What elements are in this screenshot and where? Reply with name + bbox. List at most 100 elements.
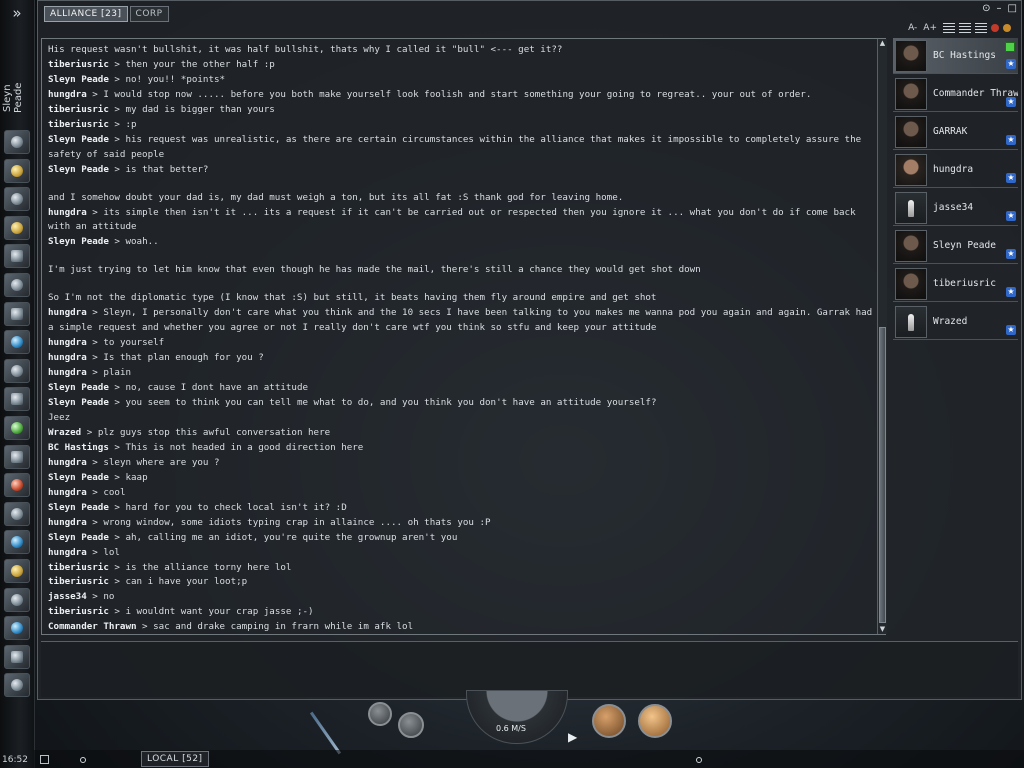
notepad-icon[interactable] <box>4 215 30 240</box>
member-portrait[interactable] <box>895 268 927 300</box>
speedometer[interactable] <box>466 690 568 744</box>
message-author[interactable]: BC Hastings <box>48 442 109 453</box>
bracket-dot-icon[interactable] <box>696 757 702 763</box>
message-author[interactable]: hungdra <box>48 457 87 468</box>
member-portrait[interactable] <box>895 230 927 262</box>
message-author[interactable]: tiberiusric <box>48 104 109 115</box>
bracket-dot-icon[interactable] <box>80 757 86 763</box>
fleet-icon[interactable] <box>4 358 30 383</box>
message-author[interactable]: Sleyn Peade <box>48 397 109 408</box>
settings-icon[interactable] <box>4 644 30 669</box>
member-row[interactable]: Wrazed ★ <box>893 304 1018 340</box>
message-author[interactable]: Sleyn Peade <box>48 236 109 247</box>
message-author[interactable]: hungdra <box>48 89 87 100</box>
member-portrait[interactable] <box>895 192 927 224</box>
minimize-icon[interactable]: – <box>997 3 1002 14</box>
member-portrait[interactable] <box>895 78 927 110</box>
list-view-icon[interactable] <box>943 23 955 33</box>
people-places-icon[interactable] <box>4 158 30 183</box>
message-author[interactable]: Commander Thrawn <box>48 621 137 632</box>
minimize-square-icon[interactable] <box>40 755 49 764</box>
message-author[interactable]: Sleyn Peade <box>48 134 109 145</box>
help-icon[interactable] <box>4 473 30 498</box>
alliance-standing-icon: ★ <box>1006 135 1016 145</box>
font-smaller-button[interactable]: A- <box>908 23 917 33</box>
corporation-icon[interactable] <box>4 415 30 440</box>
message-author[interactable]: hungdra <box>48 352 87 363</box>
chat-input[interactable] <box>41 641 1018 697</box>
member-row[interactable]: BC Hastings ★ <box>893 38 1018 74</box>
journal-icon[interactable] <box>4 558 30 583</box>
chat-tabs: ALLIANCE [23] CORP <box>44 6 169 22</box>
member-row[interactable]: Commander Thrawn ★ <box>893 76 1018 112</box>
cargo-hold-icon[interactable] <box>592 704 626 738</box>
message-author[interactable]: Sleyn Peade <box>48 382 109 393</box>
detail-view-icon[interactable] <box>959 23 971 33</box>
member-portrait[interactable] <box>895 306 927 338</box>
local-chat-tab[interactable]: LOCAL [52] <box>141 751 209 767</box>
information-icon[interactable] <box>4 616 30 641</box>
market-icon[interactable] <box>4 244 30 269</box>
member-row[interactable]: tiberiusric ★ <box>893 266 1018 302</box>
message-author[interactable]: Sleyn Peade <box>48 472 109 483</box>
chat-tab[interactable]: CORP <box>129 6 169 22</box>
scanner-icon[interactable] <box>638 704 672 738</box>
font-bigger-button[interactable]: A+ <box>923 23 937 33</box>
pin-icon[interactable]: ⊙ <box>982 3 990 14</box>
message-author[interactable]: jasse34 <box>48 591 87 602</box>
member-portrait[interactable] <box>895 40 927 72</box>
member-row[interactable]: GARRAK ★ <box>893 114 1018 150</box>
mail-icon[interactable] <box>4 187 30 212</box>
scroll-down-icon[interactable]: ▼ <box>878 625 887 634</box>
message-author[interactable]: Sleyn Peade <box>48 164 109 175</box>
message-log[interactable]: His request wasn't bullshit, it was half… <box>41 38 886 635</box>
scroll-up-icon[interactable]: ▲ <box>878 39 887 48</box>
wallet-journal-icon[interactable] <box>4 301 30 326</box>
message-author[interactable]: Sleyn Peade <box>48 74 109 85</box>
chat-message: tiberiusric > can i have your loot;p <box>48 575 879 590</box>
message-author[interactable]: tiberiusric <box>48 576 109 587</box>
chat-tab[interactable]: ALLIANCE [23] <box>44 6 128 22</box>
scroll-thumb[interactable] <box>879 327 886 623</box>
standing-filter-icon[interactable] <box>991 24 999 32</box>
message-text: my dad is bigger than yours <box>125 103 275 115</box>
member-row[interactable]: jasse34 ★ <box>893 190 1018 226</box>
jukebox-icon[interactable] <box>4 587 30 612</box>
expand-neocom-button[interactable]: » <box>6 4 28 22</box>
close-icon[interactable]: □ <box>1008 3 1017 14</box>
message-author[interactable]: tiberiusric <box>48 606 109 617</box>
compact-view-icon[interactable] <box>975 23 987 33</box>
chat-message: jasse34 > no <box>48 590 879 605</box>
message-author[interactable]: Sleyn Peade <box>48 532 109 543</box>
autopilot-icon[interactable] <box>398 712 424 738</box>
message-author[interactable]: tiberiusric <box>48 59 109 70</box>
calculator-icon[interactable] <box>4 444 30 469</box>
browser-icon[interactable] <box>4 530 30 555</box>
message-author[interactable]: hungdra <box>48 307 87 318</box>
message-author[interactable]: hungdra <box>48 207 87 218</box>
message-author[interactable]: hungdra <box>48 487 87 498</box>
play-icon[interactable]: ▶ <box>568 730 577 744</box>
member-row[interactable]: hungdra ★ <box>893 152 1018 188</box>
member-portrait[interactable] <box>895 154 927 186</box>
assets-icon[interactable] <box>4 387 30 412</box>
settings-icon[interactable] <box>1003 24 1011 32</box>
portrait-icon[interactable] <box>4 673 30 698</box>
message-author[interactable]: tiberiusric <box>48 119 109 130</box>
member-portrait[interactable] <box>895 116 927 148</box>
message-text: lol <box>103 546 120 558</box>
science-industry-icon[interactable] <box>4 272 30 297</box>
message-author[interactable]: hungdra <box>48 517 87 528</box>
message-author[interactable]: tiberiusric <box>48 562 109 573</box>
message-author[interactable]: hungdra <box>48 547 87 558</box>
starmap-icon[interactable] <box>4 330 30 355</box>
member-row[interactable]: Sleyn Peade ★ <box>893 228 1018 264</box>
message-author[interactable]: Wrazed <box>48 427 81 438</box>
message-author[interactable]: Sleyn Peade <box>48 502 109 513</box>
message-author[interactable]: hungdra <box>48 367 87 378</box>
message-author[interactable]: hungdra <box>48 337 87 348</box>
character-sheet-icon[interactable] <box>4 130 30 154</box>
character-skills-icon[interactable] <box>4 501 30 526</box>
zoom-icon[interactable] <box>368 702 392 726</box>
message-scrollbar[interactable]: ▲ ▼ <box>877 39 887 634</box>
